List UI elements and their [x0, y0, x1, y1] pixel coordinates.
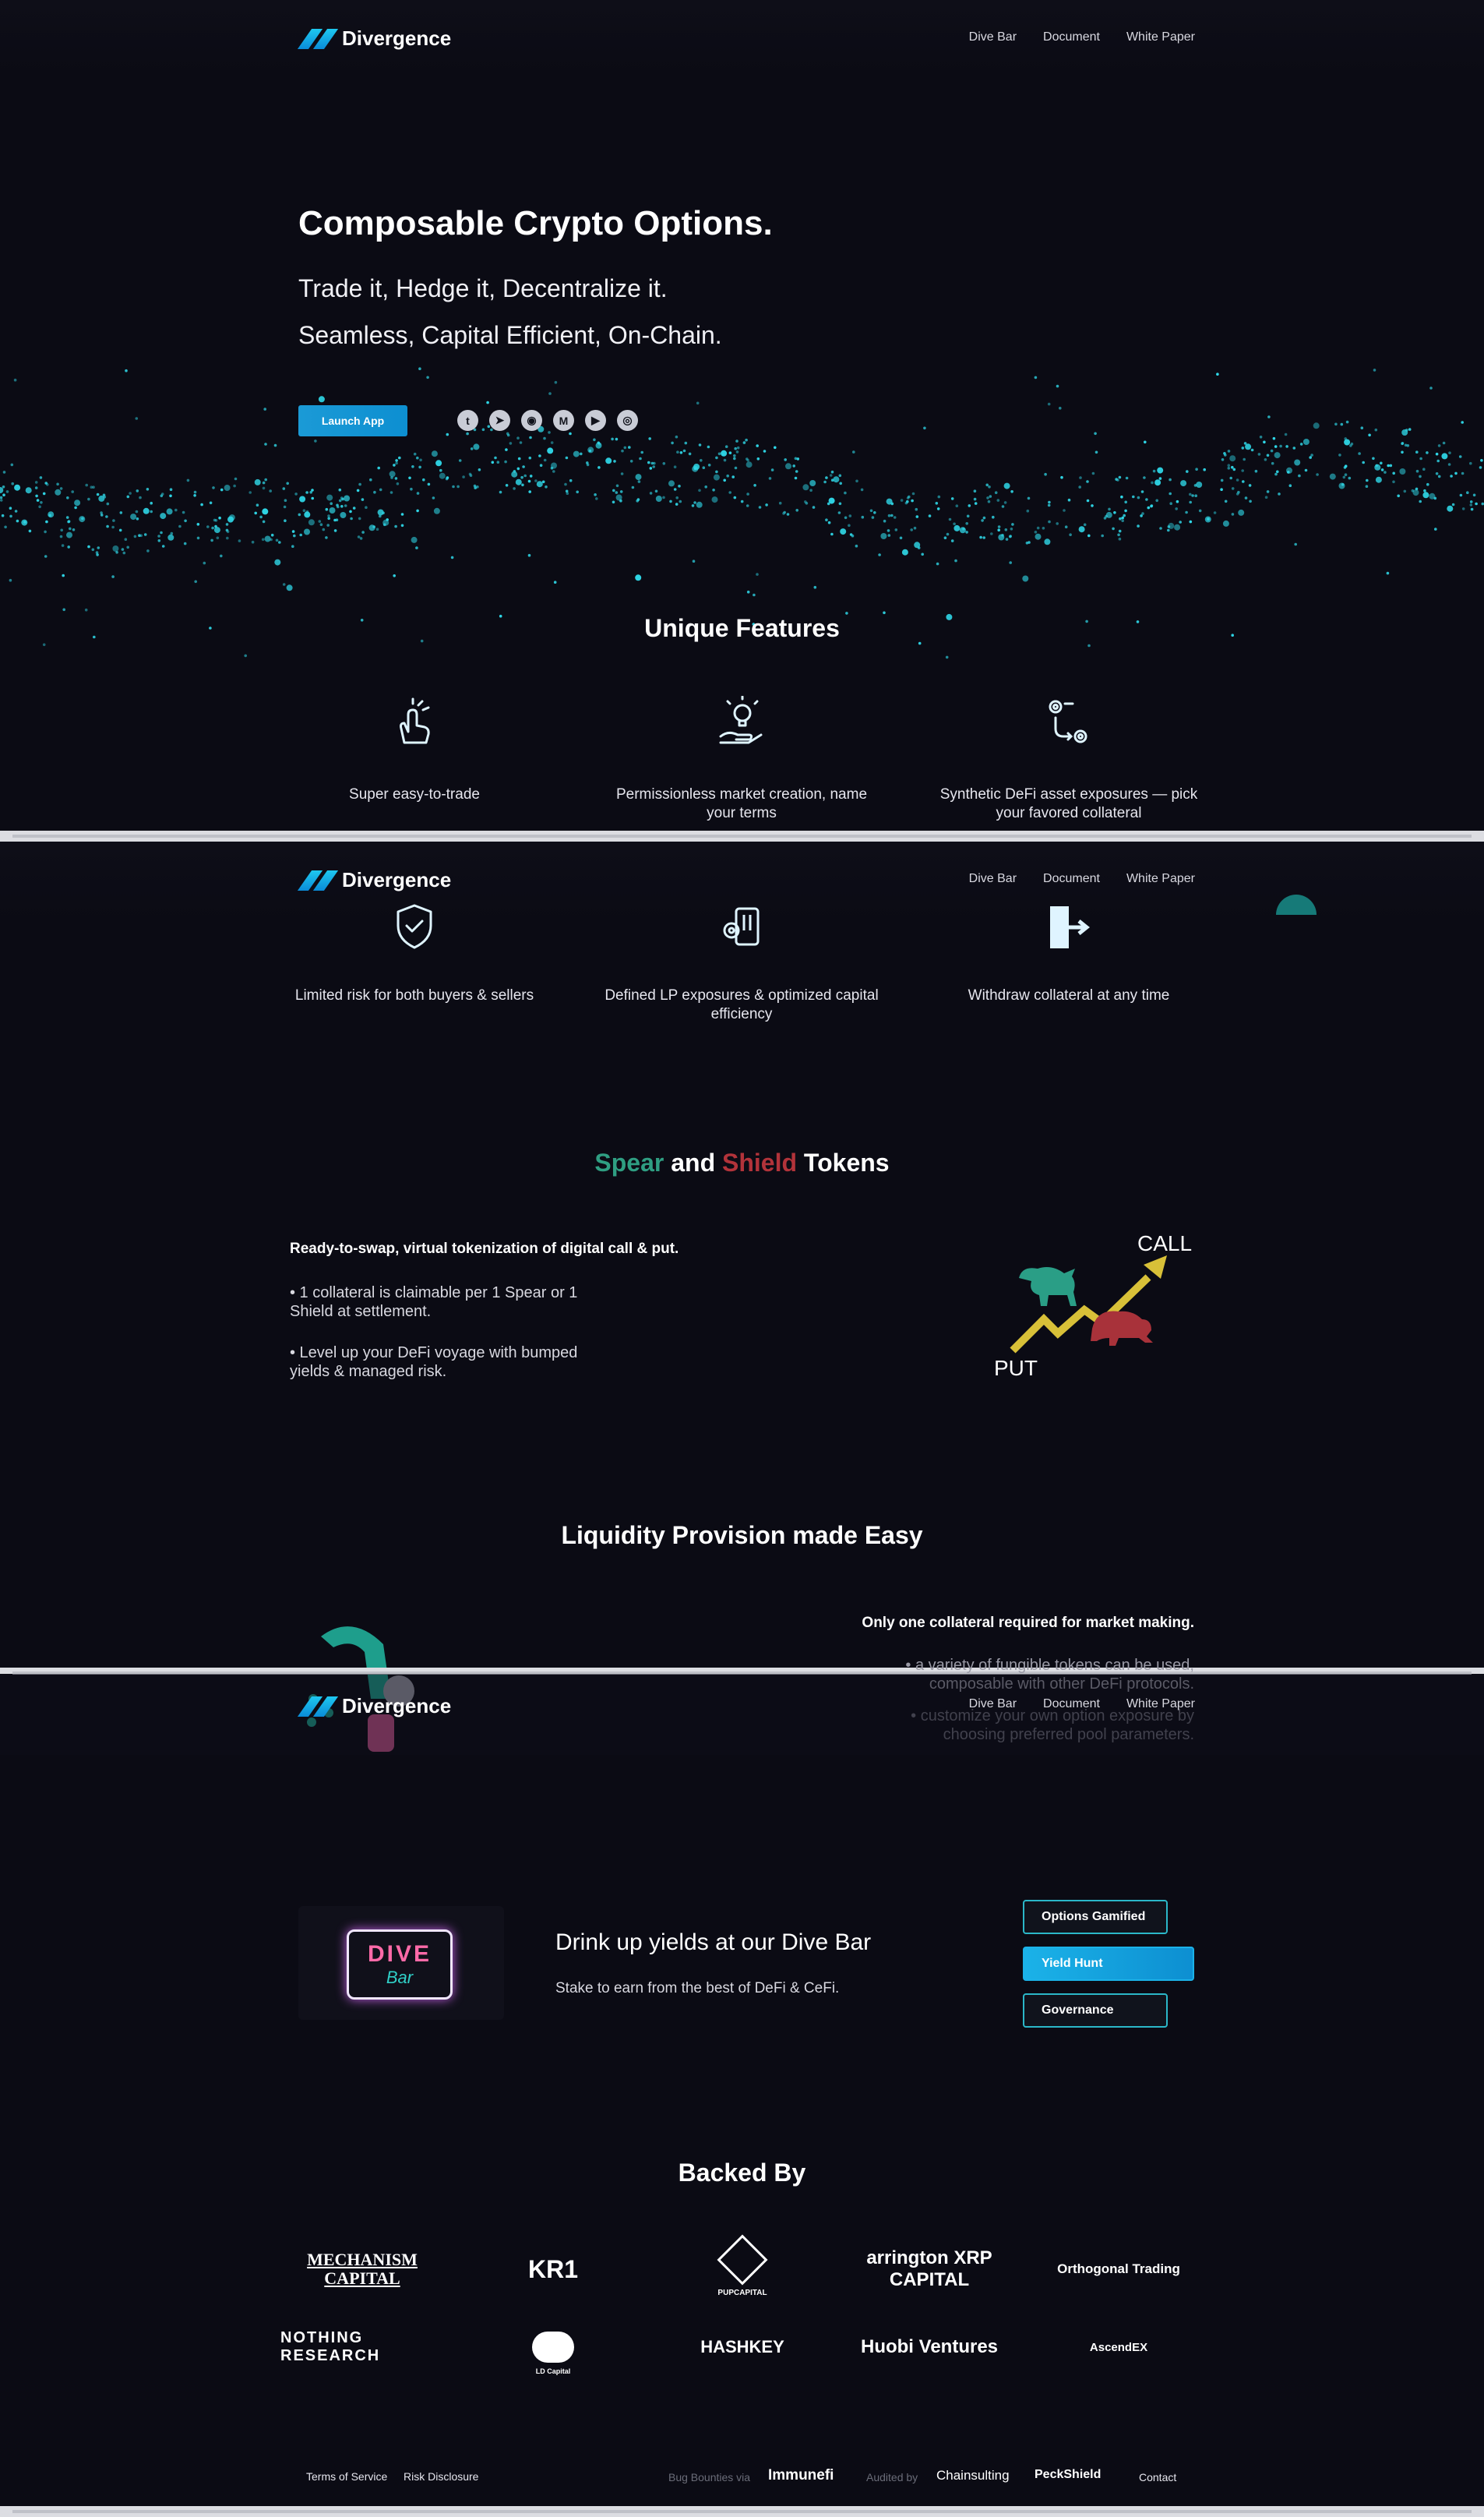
shield-check-icon	[397, 904, 432, 949]
backer-logo-kr1[interactable]: KR1	[471, 2238, 635, 2300]
nav-white-paper[interactable]: White Paper	[1126, 872, 1195, 886]
twitter-icon[interactable]: t	[457, 410, 478, 431]
lightbulb-hand-icon	[719, 696, 763, 744]
bull-bear-chart-illustration: CALL PUT	[994, 1231, 1192, 1380]
features-title: Unique Features	[644, 614, 840, 642]
hero-title: Composable Crypto Options.	[298, 204, 773, 242]
top-nav: Dive Bar Document White Paper	[969, 30, 1195, 44]
hero-tagline-2: Seamless, Capital Efficient, On-Chain.	[298, 321, 722, 349]
particle-wave-graphic	[0, 367, 1484, 659]
yield-hunt-button[interactable]: Yield Hunt	[1023, 1947, 1194, 1981]
dive-bar-image: DIVE Bar	[298, 1906, 504, 2020]
logo-text: Divergence	[342, 868, 452, 891]
backer-logo-orthogonal[interactable]: Orthogonal Trading	[1041, 2238, 1197, 2300]
governance-button[interactable]: Governance	[1023, 1993, 1168, 2028]
top-nav: Dive Bar Document White Paper	[969, 872, 1195, 886]
risk-disclosure-link[interactable]: Risk Disclosure	[404, 2470, 478, 2483]
social-links: t ➤ ◉ M ▶ ◎	[457, 410, 638, 431]
backer-logo-nothing[interactable]: NOTHING RESEARCH	[280, 2316, 444, 2378]
sticky-header: Divergence Dive Bar Document White Paper	[0, 1674, 1484, 1755]
withdraw-door-icon	[1050, 906, 1091, 948]
launch-app-button[interactable]: Launch App	[298, 405, 407, 436]
nav-document[interactable]: Document	[1043, 1697, 1100, 1711]
options-gamified-button[interactable]: Options Gamified	[1023, 1900, 1168, 1934]
logo-mark-icon	[297, 870, 339, 891]
logo[interactable]: Divergence	[297, 26, 452, 51]
divebar-subtitle: Stake to earn from the best of DeFi & Ce…	[555, 1980, 840, 1996]
bull-icon	[1019, 1267, 1077, 1306]
peckshield-logo[interactable]: PeckShield	[1035, 2468, 1101, 2482]
feature-label: Defined LP exposures & optimized capital…	[605, 987, 879, 1022]
github-icon[interactable]: ◎	[617, 410, 638, 431]
tokens-bullet-2: • Level up your DeFi voyage with bumped …	[290, 1344, 578, 1380]
horizontal-scrollbar[interactable]	[0, 831, 1484, 842]
neon-sign-bar: Bar	[386, 1968, 414, 1987]
spear-word: Spear	[594, 1149, 664, 1177]
tokens-lead: Ready-to-swap, virtual tokenization of d…	[290, 1241, 679, 1257]
hero-tagline-1: Trade it, Hedge it, Decentralize it.	[298, 274, 668, 302]
bug-bounty-label: Bug Bounties via	[668, 2471, 751, 2483]
audited-by-label: Audited by	[866, 2471, 918, 2483]
liquidity-lead: Only one collateral required for market …	[862, 1615, 1194, 1631]
logo-mark-icon	[297, 28, 339, 49]
tokens-title: Spear and Shield Tokens	[0, 1149, 1484, 1177]
horizontal-scrollbar[interactable]	[0, 2506, 1484, 2517]
backers-title: Backed By	[678, 2159, 806, 2187]
divebar-title: Drink up yields at our Dive Bar	[555, 1929, 872, 1955]
backer-logo-ascendex[interactable]: AscendEX	[1041, 2316, 1197, 2378]
bear-icon	[1091, 1311, 1153, 1346]
contact-link[interactable]: Contact	[1139, 2471, 1176, 2483]
backer-logo-ld[interactable]: LD Capital	[471, 2316, 635, 2378]
discord-icon[interactable]: ◉	[521, 410, 542, 431]
nav-document[interactable]: Document	[1043, 872, 1100, 886]
feature-label: Withdraw collateral at any time	[968, 987, 1170, 1004]
tokens-word: Tokens	[803, 1149, 890, 1177]
pup-diamond-icon	[717, 2233, 768, 2286]
backer-name: PUPCAPITAL	[717, 2288, 767, 2297]
medium-icon[interactable]: M	[553, 410, 574, 431]
neon-sign: DIVE Bar	[347, 1929, 453, 2000]
terms-link[interactable]: Terms of Service	[306, 2470, 387, 2483]
and-word: and	[671, 1149, 716, 1177]
nav-dive-bar[interactable]: Dive Bar	[969, 872, 1017, 886]
logo-text: Divergence	[342, 26, 452, 50]
put-label: PUT	[994, 1356, 1038, 1380]
logo-text: Divergence	[342, 1694, 452, 1717]
pool-gear-icon	[723, 907, 760, 946]
liquidity-title: Liquidity Provision made Easy	[561, 1521, 923, 1549]
backer-logo-huobi[interactable]: Huobi Ventures	[848, 2316, 1011, 2378]
youtube-icon[interactable]: ▶	[585, 410, 606, 431]
feature-label: Synthetic DeFi asset exposures — pick yo…	[939, 786, 1198, 821]
tokens-bullet-1: • 1 collateral is claimable per 1 Spear …	[290, 1284, 578, 1320]
neon-sign-dive: DIVE	[367, 1941, 432, 1967]
logo-mark-icon	[297, 1696, 339, 1717]
backer-logo-mechanism[interactable]: MECHANISM CAPITAL	[280, 2238, 444, 2300]
logo[interactable]: Divergence	[297, 1694, 452, 1718]
nav-white-paper[interactable]: White Paper	[1126, 1697, 1195, 1711]
immunefi-logo[interactable]: Immunefi	[768, 2467, 834, 2484]
top-header: Divergence Dive Bar Document White Paper	[0, 0, 1484, 75]
exchange-icon	[1049, 700, 1087, 743]
backer-logo-hashkey[interactable]: HASHKEY	[661, 2316, 824, 2378]
page-break-bar	[0, 1668, 1484, 1675]
nav-white-paper[interactable]: White Paper	[1126, 30, 1195, 44]
feature-label: Limited risk for both buyers & sellers	[294, 987, 534, 1004]
backer-logo-pup[interactable]: PUPCAPITAL	[661, 2233, 824, 2300]
cloud-icon	[532, 2332, 574, 2363]
hand-tap-icon	[400, 697, 430, 744]
nav-document[interactable]: Document	[1043, 30, 1100, 44]
feature-label: Super easy-to-trade	[349, 786, 480, 803]
backer-logo-arrington[interactable]: arrington XRP CAPITAL	[848, 2238, 1011, 2300]
nav-dive-bar[interactable]: Dive Bar	[969, 1697, 1017, 1711]
telegram-icon[interactable]: ➤	[489, 410, 510, 431]
shield-word: Shield	[722, 1149, 798, 1177]
feature-label: Permissionless market creation, name you…	[615, 786, 868, 821]
call-label: CALL	[1137, 1231, 1192, 1255]
nav-dive-bar[interactable]: Dive Bar	[969, 30, 1017, 44]
logo[interactable]: Divergence	[297, 868, 452, 892]
chainsulting-logo[interactable]: Chainsulting	[936, 2468, 1010, 2483]
top-nav: Dive Bar Document White Paper	[969, 1697, 1195, 1711]
backer-name: LD Capital	[535, 2367, 571, 2375]
